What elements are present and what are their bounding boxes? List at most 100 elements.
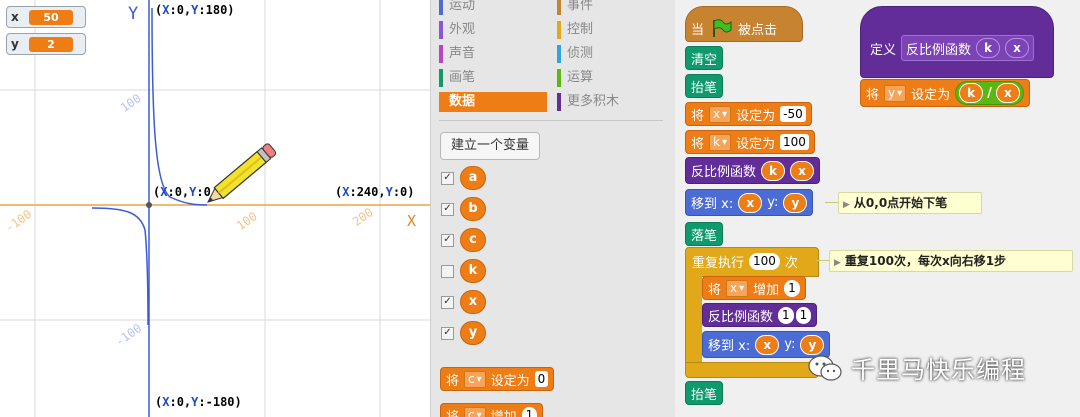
go-to-xy-block[interactable]: 移到 x: x y: y xyxy=(685,189,814,216)
set-y-block[interactable]: 将 y 设定为 k / x xyxy=(860,79,1030,107)
category-data[interactable]: 数据 xyxy=(439,92,547,112)
when-flag-clicked-hat[interactable]: 当 被点击 xyxy=(685,6,803,42)
variable-checkbox-c[interactable]: ✓ xyxy=(441,233,454,247)
variable-checkbox-y[interactable]: ✓ xyxy=(441,326,454,340)
param-k[interactable]: k xyxy=(976,38,1001,58)
clear-block[interactable]: 清空 xyxy=(685,46,724,70)
call-inverse-function-block[interactable]: 反比例函数 k x xyxy=(685,157,821,184)
arg-x[interactable]: x xyxy=(738,192,763,213)
variable-dropdown[interactable]: k xyxy=(709,133,731,151)
category-looks[interactable]: 外观 xyxy=(439,20,547,40)
palette-change-variable-block[interactable]: 将 c 增加 1 xyxy=(440,403,544,417)
value-input[interactable]: 1 xyxy=(521,406,538,417)
variable-reporter-a[interactable]: a xyxy=(460,166,486,190)
monitor-x-label: x xyxy=(11,10,19,24)
arg-y[interactable]: y xyxy=(783,192,808,213)
variable-checkbox-k[interactable] xyxy=(441,264,454,278)
palette-divider xyxy=(439,120,663,121)
divide-operator[interactable]: k / x xyxy=(955,81,1024,105)
variable-reporter-c[interactable]: c xyxy=(460,228,486,252)
set-k-block[interactable]: 将 k 设定为 100 xyxy=(685,130,815,154)
variable-row-c: ✓ c xyxy=(441,228,486,252)
category-sensing[interactable]: 侦测 xyxy=(557,44,665,64)
coord-label-top: (X:0,Y:180) xyxy=(155,3,235,17)
define-block-header: 定义 反比例函数 k x xyxy=(865,35,1039,61)
pencil-sprite-icon xyxy=(207,143,277,203)
arg-k[interactable]: k xyxy=(959,83,984,103)
variable-row-k: k xyxy=(441,259,486,283)
category-motion[interactable]: 运动 xyxy=(439,0,547,16)
monitor-y[interactable]: y 2 xyxy=(6,33,86,55)
hyperbola-left-curve xyxy=(91,207,149,326)
origin-dot xyxy=(146,202,152,208)
arg-1[interactable]: 1 xyxy=(778,306,794,324)
variable-checkbox-a[interactable]: ✓ xyxy=(441,171,454,185)
change-x-block[interactable]: 将 x 增加 1 xyxy=(702,276,806,300)
category-control[interactable]: 控制 xyxy=(557,20,665,40)
comment-start-drawing[interactable]: 从0,0点开始下笔 xyxy=(838,192,982,214)
category-swatch xyxy=(557,93,561,111)
category-operators[interactable]: 运算 xyxy=(557,68,665,88)
comment-repeat[interactable]: 重复100次，每次x向右移1步 xyxy=(829,250,1073,272)
variable-dropdown[interactable]: x xyxy=(709,105,732,123)
param-x[interactable]: x xyxy=(1005,38,1030,58)
make-variable-button[interactable]: 建立一个变量 xyxy=(440,132,540,160)
variable-checkbox-x[interactable]: ✓ xyxy=(441,295,454,309)
arg-x[interactable]: x xyxy=(995,83,1020,103)
call-inverse-function-inner-block[interactable]: 反比例函数 1 1 xyxy=(702,303,818,327)
variable-row-b: ✓ b xyxy=(441,197,486,221)
category-swatch xyxy=(557,0,561,15)
category-swatch xyxy=(439,0,443,15)
category-sound[interactable]: 声音 xyxy=(439,44,547,64)
category-pen[interactable]: 画笔 xyxy=(439,68,547,88)
repeat-count-input[interactable]: 100 xyxy=(749,252,780,270)
repeat-block-arm xyxy=(685,274,702,364)
variable-reporter-b[interactable]: b xyxy=(460,197,486,221)
value-input[interactable]: 100 xyxy=(780,134,809,150)
category-swatch xyxy=(557,21,561,39)
variable-dropdown[interactable]: y xyxy=(884,84,907,102)
comment-connector xyxy=(816,260,830,261)
variable-dropdown[interactable]: c xyxy=(464,406,486,417)
arg-x[interactable]: x xyxy=(790,160,815,181)
variable-row-y: ✓ y xyxy=(441,321,486,345)
scripts-area[interactable]: 当 被点击 清空 抬笔 将 x 设定为 -50 将 k 设定为 100 反比例函… xyxy=(675,0,1080,417)
value-input[interactable]: -50 xyxy=(780,106,806,122)
variable-row-a: ✓ a xyxy=(441,166,486,190)
divide-symbol: / xyxy=(987,85,992,101)
variable-reporter-k[interactable]: k xyxy=(460,259,486,283)
arg-k[interactable]: k xyxy=(761,160,786,181)
stage[interactable]: x 50 y 2 Y X (X:0,Y:180) (X:0,Y:0 (X:240… xyxy=(0,0,431,417)
arg-x[interactable]: x xyxy=(755,334,780,355)
category-swatch xyxy=(557,45,561,63)
pen-down-block[interactable]: 落笔 xyxy=(685,222,724,246)
variable-reporter-y[interactable]: y xyxy=(460,321,486,345)
variable-checkbox-b[interactable]: ✓ xyxy=(441,202,454,216)
green-flag-icon xyxy=(713,19,732,37)
block-palette[interactable]: 运动 事件 外观 控制 声音 侦测 画笔 运算 数据 更多积木 建立一个变量 ✓… xyxy=(431,0,675,417)
category-more-blocks[interactable]: 更多积木 xyxy=(557,92,665,112)
palette-set-variable-block[interactable]: 将 c 设定为 0 xyxy=(440,367,555,391)
value-input[interactable]: 1 xyxy=(784,279,800,297)
monitor-x[interactable]: x 50 xyxy=(6,6,86,28)
hyperbola-right-curve xyxy=(151,7,208,206)
variable-dropdown[interactable]: c xyxy=(464,370,486,388)
wechat-logo-icon xyxy=(808,354,842,381)
value-input[interactable]: 0 xyxy=(534,371,549,387)
variable-row-x: ✓ x xyxy=(441,290,486,314)
monitor-x-value: 50 xyxy=(29,9,73,25)
coord-label-right: (X:240,Y:0) xyxy=(335,185,415,199)
category-swatch xyxy=(557,69,561,87)
variable-reporter-x[interactable]: x xyxy=(460,290,486,314)
watermark: 千里马快乐编程 xyxy=(807,350,1026,385)
watermark-text: 千里马快乐编程 xyxy=(851,356,1026,384)
category-events[interactable]: 事件 xyxy=(557,0,665,16)
category-swatch xyxy=(439,69,443,87)
arg-2[interactable]: 1 xyxy=(795,306,812,324)
set-x-block[interactable]: 将 x 设定为 -50 xyxy=(685,102,812,126)
variable-dropdown[interactable]: x xyxy=(726,279,749,297)
define-prototype[interactable]: 反比例函数 k x xyxy=(901,35,1035,61)
pen-up-block[interactable]: 抬笔 xyxy=(685,74,724,98)
pen-up-end-block[interactable]: 抬笔 xyxy=(685,381,724,405)
monitor-y-value: 2 xyxy=(29,36,73,52)
